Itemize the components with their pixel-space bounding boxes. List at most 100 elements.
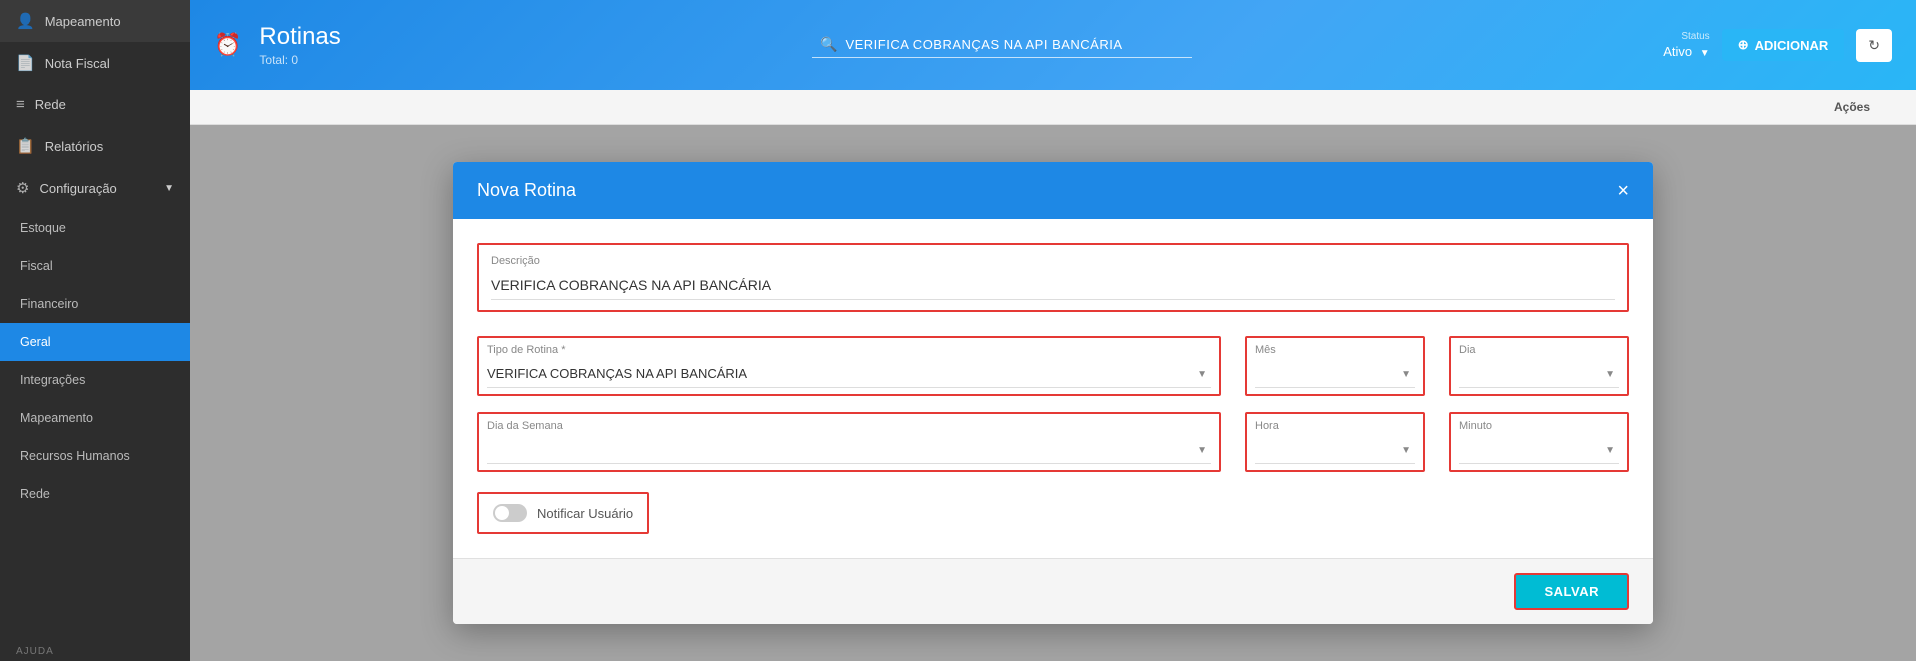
mes-label: Mês	[1255, 344, 1415, 356]
mes-select[interactable]	[1255, 360, 1415, 388]
sidebar-item-rede-top[interactable]: ≡ Rede	[0, 84, 190, 125]
sidebar-item-mapeamento-sub[interactable]: Mapeamento	[0, 399, 190, 437]
descricao-input[interactable]	[491, 271, 1615, 300]
header-search-area: 🔍 VERIFICA COBRANÇAS NA API BANCÁRIA	[357, 32, 1647, 58]
modal-title: Nova Rotina	[477, 180, 576, 201]
sidebar-item-geral[interactable]: Geral	[0, 323, 190, 361]
refresh-icon: ↻	[1868, 37, 1880, 53]
header-title-area: ⏰ Rotinas Total: 0	[214, 23, 341, 67]
notificar-label: Notificar Usuário	[537, 506, 633, 521]
modal-overlay: Nova Rotina × Descrição	[190, 125, 1916, 661]
dia-semana-field-box: Dia da Semana ▼	[477, 412, 1221, 472]
descricao-label: Descrição	[491, 255, 1615, 267]
content-area: Nova Rotina × Descrição	[190, 125, 1916, 661]
sidebar-item-financeiro[interactable]: Financeiro	[0, 285, 190, 323]
sidebar-item-estoque[interactable]: Estoque	[0, 209, 190, 247]
sidebar-item-label: Financeiro	[20, 297, 78, 311]
sidebar-item-label: Nota Fiscal	[45, 56, 110, 71]
modal-dialog: Nova Rotina × Descrição	[453, 162, 1653, 624]
col-header-acoes: Ações	[1812, 100, 1892, 114]
sidebar-item-integracoes[interactable]: Integrações	[0, 361, 190, 399]
dia-semana-group: Dia da Semana ▼	[477, 412, 1221, 472]
hora-group: Hora ▼	[1245, 412, 1425, 472]
chevron-down-icon: ▼	[164, 183, 174, 194]
sidebar-help-section: AJUDA	[0, 632, 190, 661]
table-header: Ações	[190, 90, 1916, 125]
sidebar-item-nota-fiscal[interactable]: 📄 Nota Fiscal	[0, 42, 190, 84]
minuto-select-wrapper: ▼	[1459, 436, 1619, 464]
tipo-group: Tipo de Rotina * VERIFICA COBRANÇAS NA A…	[477, 336, 1221, 396]
dia-label: Dia	[1459, 344, 1619, 356]
mes-field-box: Mês ▼	[1245, 336, 1425, 396]
form-row-1: Tipo de Rotina * VERIFICA COBRANÇAS NA A…	[477, 336, 1629, 396]
hora-select[interactable]	[1255, 436, 1415, 464]
modal-body: Descrição Tipo de Rotina * VERIFI	[453, 219, 1653, 558]
sidebar-item-label: Integrações	[20, 373, 85, 387]
dia-semana-label: Dia da Semana	[487, 420, 1211, 432]
tipo-field-box: Tipo de Rotina * VERIFICA COBRANÇAS NA A…	[477, 336, 1221, 396]
sidebar-item-label: Mapeamento	[20, 411, 93, 425]
main-content: ⏰ Rotinas Total: 0 🔍 VERIFICA COBRANÇAS …	[190, 0, 1916, 661]
status-area: Status Ativo ▼	[1663, 31, 1709, 59]
dia-field-box: Dia ▼	[1449, 336, 1629, 396]
plus-icon: ⊕	[1738, 37, 1749, 53]
notificar-section: Notificar Usuário	[477, 492, 1629, 534]
hora-field-box: Hora ▼	[1245, 412, 1425, 472]
search-value: VERIFICA COBRANÇAS NA API BANCÁRIA	[845, 37, 1122, 52]
user-icon: 👤	[16, 12, 35, 30]
search-icon: 🔍	[820, 36, 837, 53]
sidebar-item-label: Rede	[35, 97, 66, 112]
page-title: Rotinas	[259, 23, 340, 51]
sidebar-item-rede-sub[interactable]: Rede	[0, 475, 190, 513]
search-bar[interactable]: 🔍 VERIFICA COBRANÇAS NA API BANCÁRIA	[812, 32, 1192, 58]
notificar-toggle[interactable]	[493, 504, 527, 522]
save-button[interactable]: SALVAR	[1514, 573, 1629, 610]
sidebar-item-relatorios[interactable]: 📋 Relatórios	[0, 125, 190, 167]
sidebar-item-label: Mapeamento	[45, 14, 121, 29]
add-button[interactable]: ⊕ ADICIONAR	[1722, 29, 1845, 61]
hora-label: Hora	[1255, 420, 1415, 432]
sidebar-item-label: Configuração	[39, 181, 116, 196]
minuto-select[interactable]	[1459, 436, 1619, 464]
sidebar-item-mapeamento-top[interactable]: 👤 Mapeamento	[0, 0, 190, 42]
modal-footer: SALVAR	[453, 558, 1653, 624]
sidebar-item-label: Rede	[20, 487, 50, 501]
sidebar-item-label: Estoque	[20, 221, 66, 235]
tipo-select-wrapper: VERIFICA COBRANÇAS NA API BANCÁRIA ▼	[487, 360, 1211, 388]
routines-icon: ⏰	[214, 32, 241, 58]
form-row-2: Dia da Semana ▼	[477, 412, 1629, 472]
network-icon: ≡	[16, 96, 25, 113]
mes-group: Mês ▼	[1245, 336, 1425, 396]
refresh-button[interactable]: ↻	[1856, 29, 1892, 62]
dia-group: Dia ▼	[1449, 336, 1629, 396]
modal-close-button[interactable]: ×	[1617, 181, 1629, 201]
sidebar-item-rh[interactable]: Recursos Humanos	[0, 437, 190, 475]
dia-semana-select-wrapper: ▼	[487, 436, 1211, 464]
status-dropdown-icon[interactable]: ▼	[1700, 48, 1710, 59]
sidebar-item-label: Fiscal	[20, 259, 53, 273]
sidebar-item-label: Recursos Humanos	[20, 449, 130, 463]
document-icon: 📄	[16, 54, 35, 72]
minuto-group: Minuto ▼	[1449, 412, 1629, 472]
sidebar-item-label: Relatórios	[45, 139, 104, 154]
tipo-select[interactable]: VERIFICA COBRANÇAS NA API BANCÁRIA	[487, 360, 1211, 388]
sidebar-item-label: Geral	[20, 335, 51, 349]
dia-select[interactable]	[1459, 360, 1619, 388]
sidebar: 👤 Mapeamento 📄 Nota Fiscal ≡ Rede 📋 Rela…	[0, 0, 190, 661]
descricao-group: Descrição	[477, 243, 1629, 312]
page-header: ⏰ Rotinas Total: 0 🔍 VERIFICA COBRANÇAS …	[190, 0, 1916, 90]
dia-semana-select[interactable]	[487, 436, 1211, 464]
header-right: Status Ativo ▼ ⊕ ADICIONAR ↻	[1663, 29, 1892, 62]
modal-header: Nova Rotina ×	[453, 162, 1653, 219]
sidebar-item-fiscal[interactable]: Fiscal	[0, 247, 190, 285]
minuto-label: Minuto	[1459, 420, 1619, 432]
notificar-toggle-row: Notificar Usuário	[477, 492, 649, 534]
dia-select-wrapper: ▼	[1459, 360, 1619, 388]
total-count: Total: 0	[259, 53, 340, 67]
status-value: Ativo ▼	[1663, 44, 1709, 59]
mes-select-wrapper: ▼	[1255, 360, 1415, 388]
report-icon: 📋	[16, 137, 35, 155]
sidebar-item-configuracao[interactable]: ⚙ Configuração ▼	[0, 167, 190, 209]
minuto-field-box: Minuto ▼	[1449, 412, 1629, 472]
status-label: Status	[1681, 31, 1709, 42]
